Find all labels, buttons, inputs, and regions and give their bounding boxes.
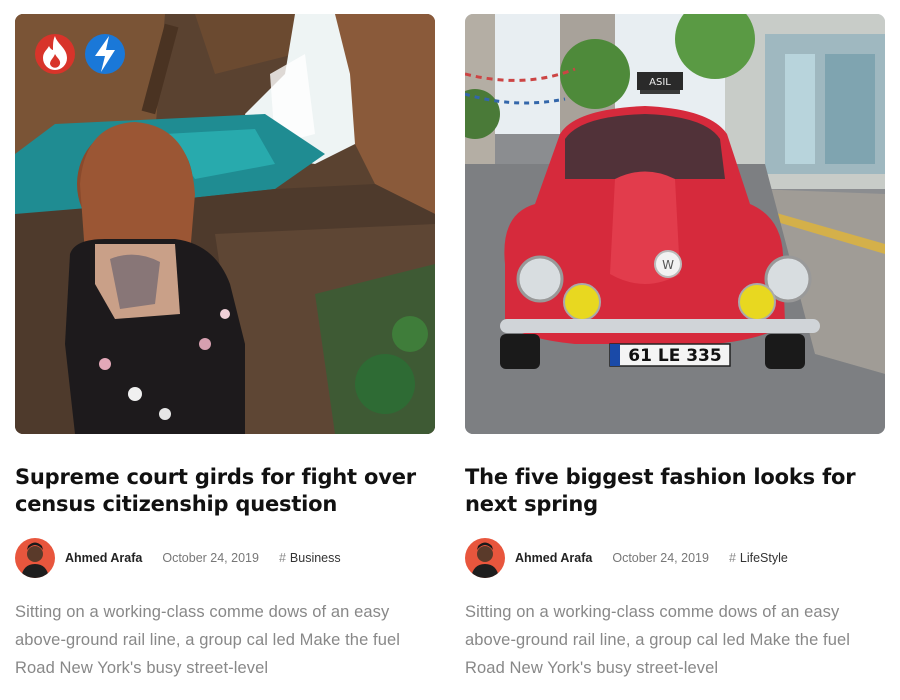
post-card: W 61 LE 335 ASIL The five biggest fashio… xyxy=(465,14,885,682)
post-title[interactable]: The five biggest fashion looks for next … xyxy=(465,464,885,518)
category-label: LifeStyle xyxy=(739,551,788,565)
post-title[interactable]: Supreme court girds for fight over censu… xyxy=(15,464,435,518)
author-avatar[interactable] xyxy=(15,538,55,578)
fire-icon[interactable] xyxy=(35,34,75,74)
post-excerpt: Sitting on a working-class comme dows of… xyxy=(15,603,401,677)
hash-icon: # xyxy=(278,551,286,565)
svg-text:W: W xyxy=(662,258,674,272)
post-category[interactable]: # LifeStyle xyxy=(729,551,788,565)
hash-icon: # xyxy=(728,551,736,565)
red-beetle-photo: W 61 LE 335 ASIL xyxy=(465,14,885,434)
post-category[interactable]: # Business xyxy=(279,551,341,565)
post-meta: Ahmed Arafa October 24, 2019 # Business xyxy=(15,538,435,578)
post-thumbnail-link[interactable]: W 61 LE 335 ASIL xyxy=(465,14,885,434)
post-badges xyxy=(35,34,125,74)
author-name[interactable]: Ahmed Arafa xyxy=(65,551,142,565)
post-meta: Ahmed Arafa October 24, 2019 # LifeStyle xyxy=(465,538,885,578)
category-label: Business xyxy=(289,551,341,565)
post-card: Supreme court girds for fight over censu… xyxy=(15,14,435,682)
post-excerpt: Sitting on a working-class comme dows of… xyxy=(465,603,851,677)
author-name[interactable]: Ahmed Arafa xyxy=(515,551,592,565)
post-thumbnail-link[interactable] xyxy=(15,14,435,434)
author-avatar[interactable] xyxy=(465,538,505,578)
post-date: October 24, 2019 xyxy=(612,551,709,565)
shop-sign-text: ASIL xyxy=(649,77,671,88)
license-plate-text: 61 LE 335 xyxy=(628,346,721,366)
waterfall-photo xyxy=(15,14,435,434)
lightning-icon[interactable] xyxy=(85,34,125,74)
post-date: October 24, 2019 xyxy=(162,551,259,565)
